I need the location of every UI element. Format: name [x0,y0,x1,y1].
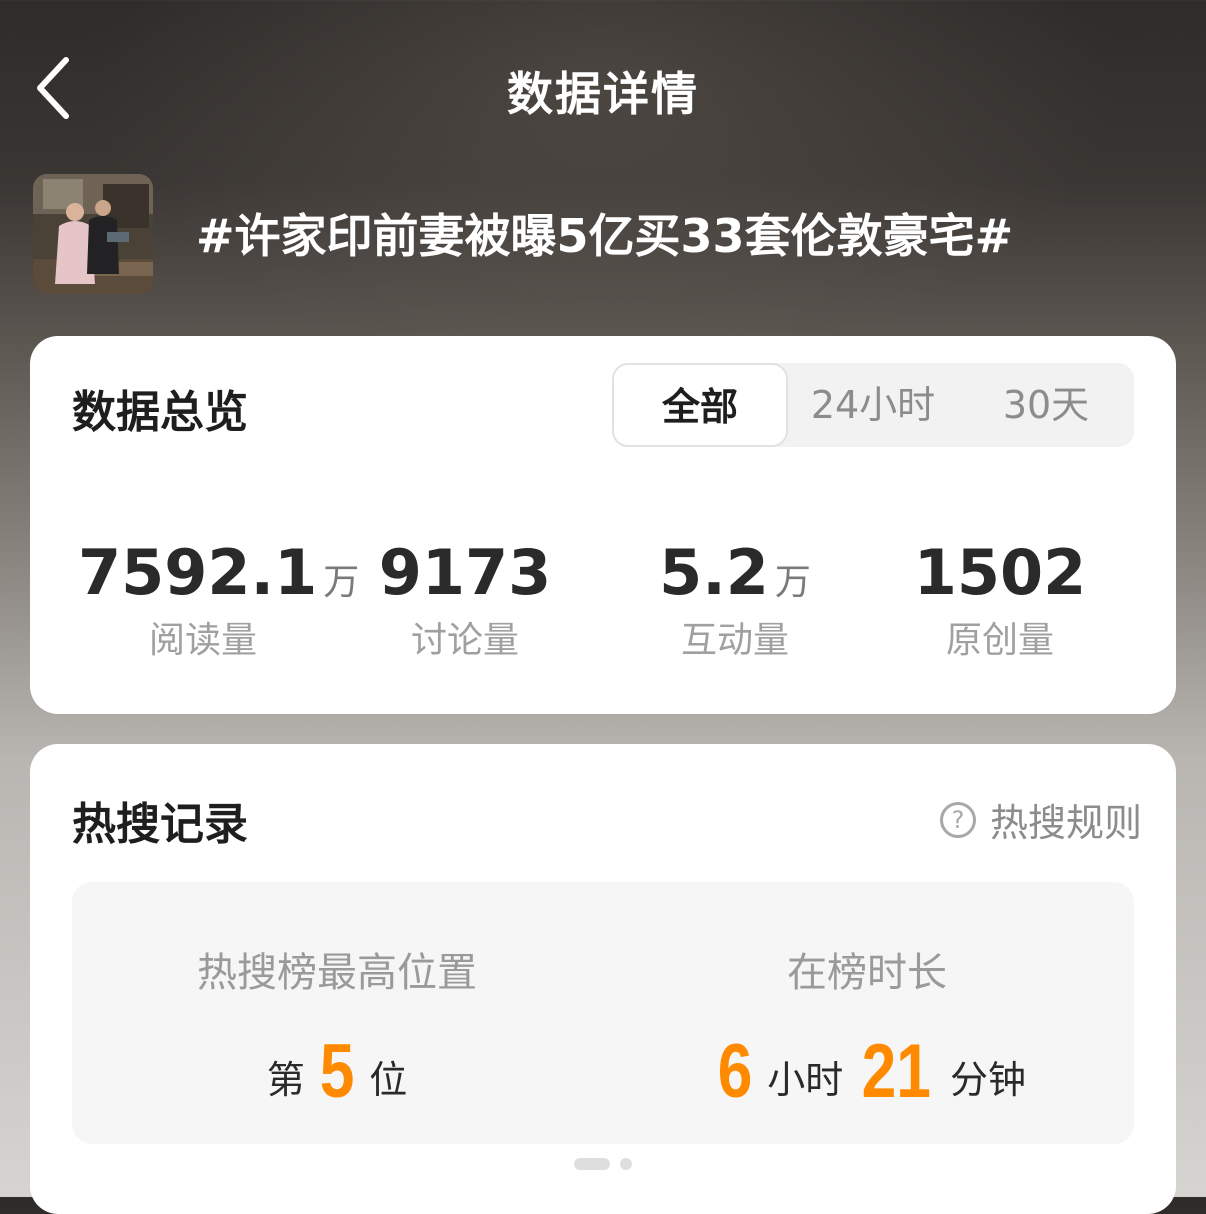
hot-search-heading: 热搜记录 [72,799,248,850]
stat-discussions: 9173 讨论量 [360,536,570,663]
stat-originals-value: 1502 [913,536,1087,609]
hot-search-rules-link[interactable]: ? 热搜规则 [939,792,1142,847]
on-list-duration-label: 在榜时长 [787,950,947,996]
time-range-tabs: 全部 24小时 30天 [612,363,1134,447]
stat-reads-unit: 万 [323,562,360,603]
highest-position-suffix: 位 [369,1058,408,1102]
tab-30d[interactable]: 30天 [958,363,1134,447]
stat-interactions-unit: 万 [774,562,811,603]
stat-originals-label: 原创量 [945,620,1054,661]
highest-position-value: 5 [319,1029,355,1114]
topic-title: #许家印前妻被曝5亿买33套伦敦豪宅# [196,209,1014,263]
duration-minutes-unit: 分钟 [950,1058,1027,1102]
overview-heading: 数据总览 [72,387,248,438]
topic-thumbnail [33,174,153,294]
tab-all[interactable]: 全部 [612,363,788,447]
page-title: 数据详情 [507,67,699,121]
stat-interactions-value: 5.2 [659,536,769,609]
duration-hours-unit: 小时 [767,1058,844,1102]
stat-originals: 1502 原创量 [895,536,1105,663]
stat-discussions-value: 9173 [378,536,552,609]
stat-reads-label: 阅读量 [148,620,257,661]
duration-minutes-value: 21 [862,1029,932,1114]
page-dot [620,1158,632,1170]
stat-interactions-label: 互动量 [680,620,789,661]
data-overview-card: 数据总览 全部 24小时 30天 7592.1 万 阅读量 9173 讨论量 5.… [30,336,1176,714]
on-list-duration: 在榜时长 6 小时 21 分钟 [662,940,1072,1115]
tab-24h[interactable]: 24小时 [788,363,958,447]
stat-reads-value: 7592.1 [78,536,318,609]
stat-discussions-label: 讨论量 [410,620,519,661]
hot-search-rules-label: 热搜规则 [989,801,1142,845]
question-circle-icon: ? [939,801,976,838]
hot-search-card: 热搜记录 ? 热搜规则 热搜榜最高位置 第 5 位 在榜时长 6 小时 21 分… [30,744,1176,1214]
highest-position: 热搜榜最高位置 第 5 位 [122,940,552,1115]
duration-hours-value: 6 [717,1029,753,1114]
highest-position-label: 热搜榜最高位置 [197,950,477,996]
stat-interactions: 5.2 万 互动量 [630,536,840,663]
stat-reads: 7592.1 万 阅读量 [78,536,359,663]
page-dot-active [574,1158,610,1170]
highest-position-prefix: 第 [266,1058,305,1102]
hot-search-stats-panel: 热搜榜最高位置 第 5 位 在榜时长 6 小时 21 分钟 [72,882,1134,1144]
